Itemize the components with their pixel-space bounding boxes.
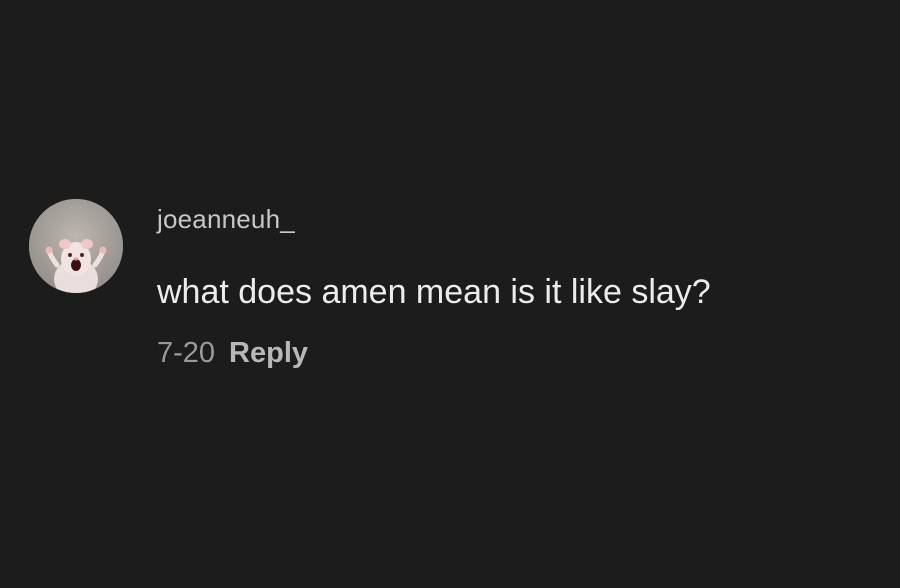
comment-timestamp: 7-20 [157,337,216,369]
comment-username[interactable]: joeanneuh_ [157,204,295,235]
rat-meme-avatar-icon [29,199,123,293]
comment-meta: 7-20 Reply [157,337,308,370]
comment-item: joeanneuh_ what does amen mean is it lik… [0,0,900,588]
avatar[interactable] [29,199,123,293]
reply-button[interactable]: Reply [229,337,308,369]
comment-text: what does amen mean is it like slay? [157,273,711,311]
